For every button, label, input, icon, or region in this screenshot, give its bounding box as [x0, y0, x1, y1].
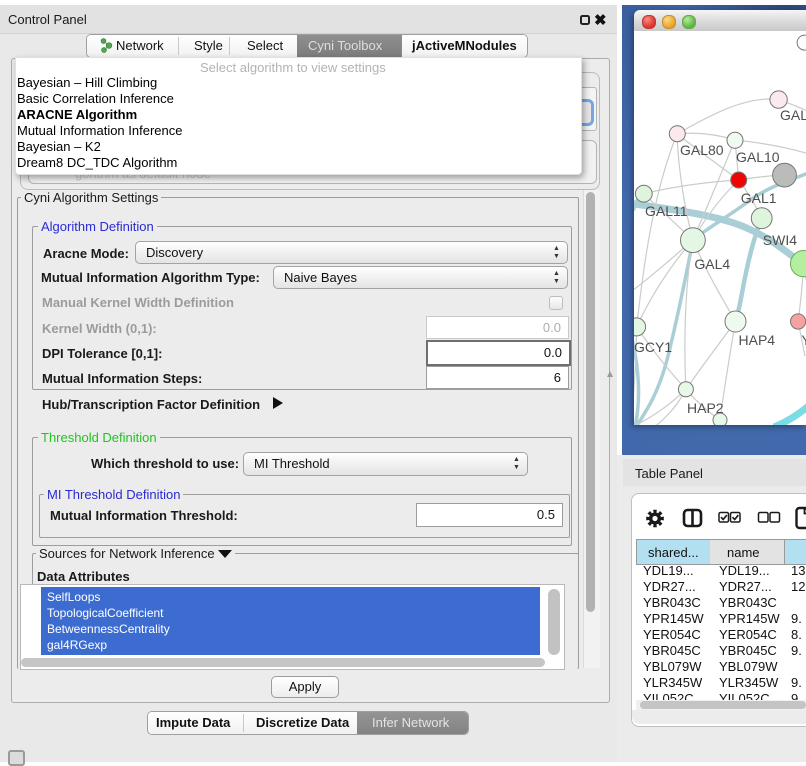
svg-text:HAP4: HAP4 — [739, 332, 776, 348]
svg-text:GAL11: GAL11 — [645, 203, 688, 219]
svg-text:GAL1: GAL1 — [741, 190, 777, 206]
svg-text:GAL: GAL — [780, 107, 806, 123]
svg-text:HAP2: HAP2 — [687, 400, 724, 416]
svg-text:GAL80: GAL80 — [680, 142, 724, 158]
svg-text:GCY1: GCY1 — [634, 339, 672, 355]
svg-text:GAL4: GAL4 — [694, 256, 730, 272]
svg-text:GAL10: GAL10 — [736, 149, 780, 165]
svg-text:SWI4: SWI4 — [763, 232, 797, 248]
svg-text:Y: Y — [801, 332, 806, 348]
